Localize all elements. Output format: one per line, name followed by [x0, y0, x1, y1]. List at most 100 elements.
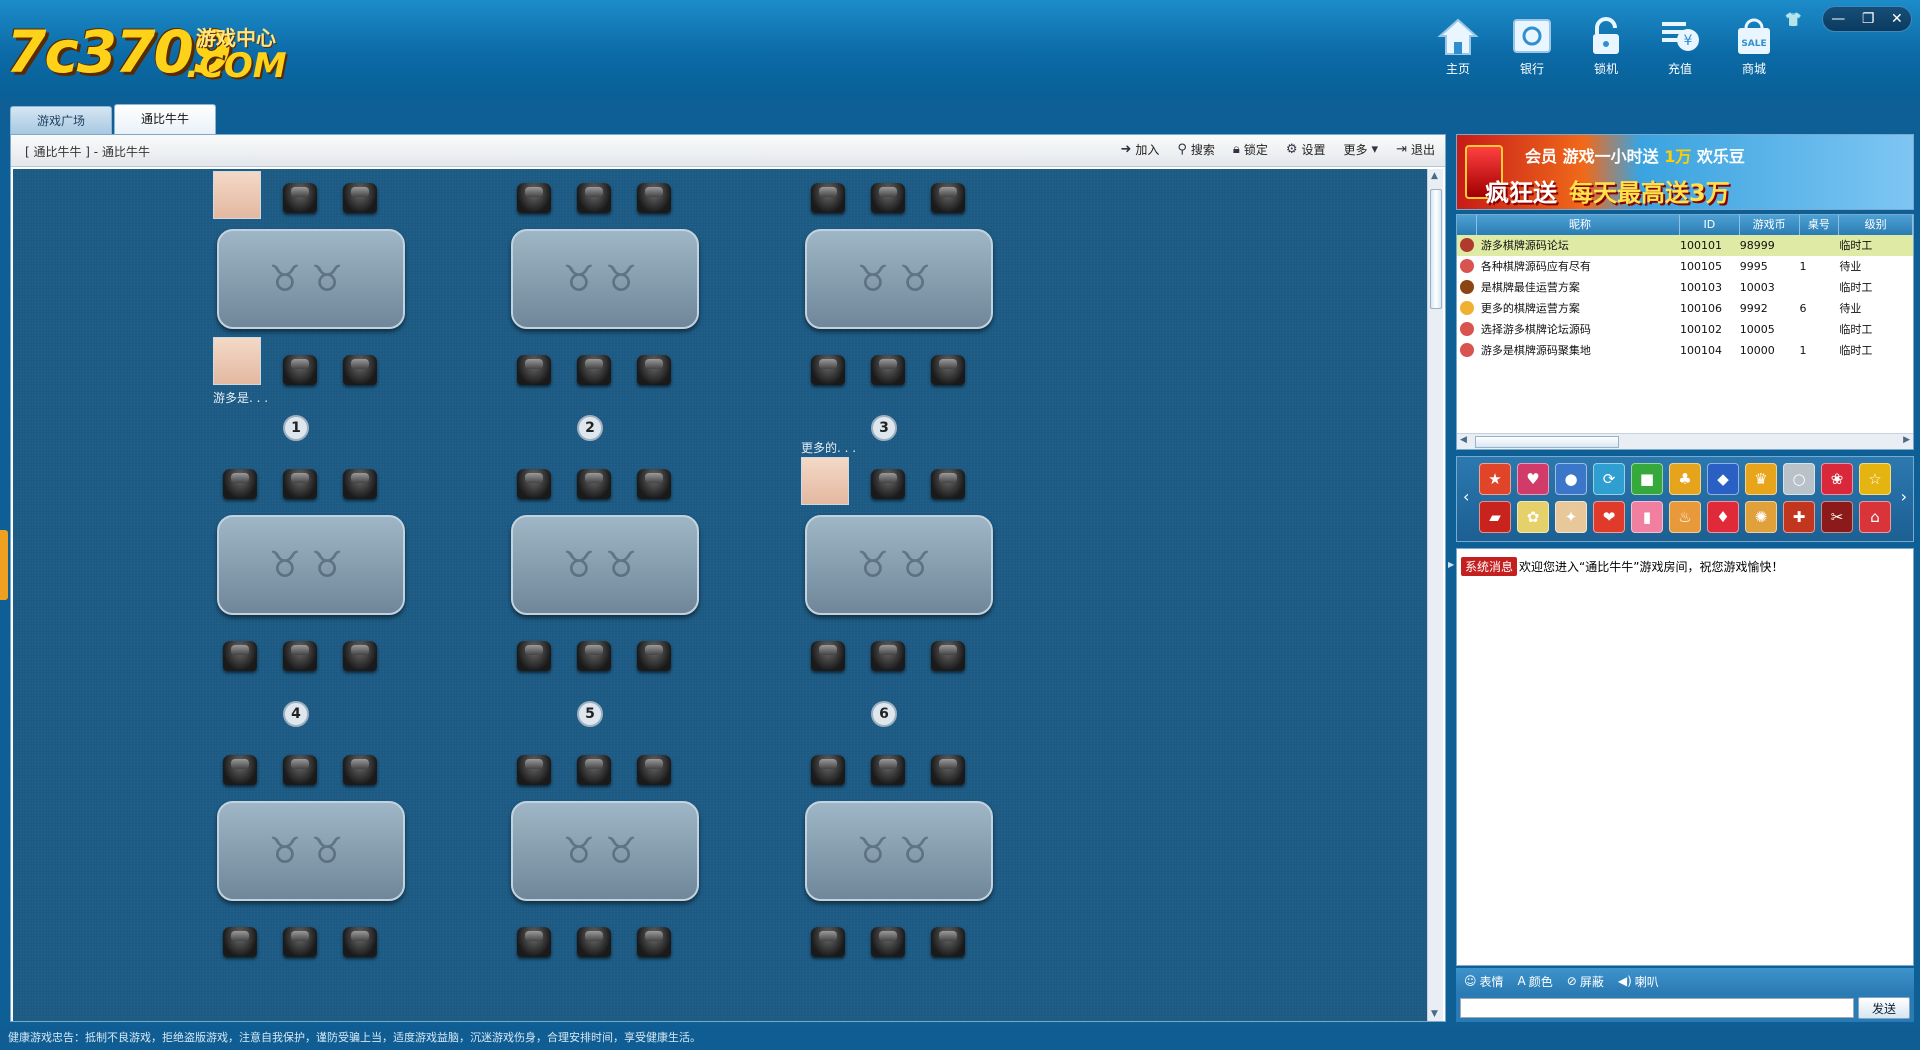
gift-item-icon[interactable]: ◆ — [1707, 463, 1739, 495]
seat-chair[interactable] — [931, 755, 965, 785]
seat-chair[interactable] — [637, 355, 671, 385]
seat-chair[interactable] — [343, 641, 377, 671]
nav-home[interactable]: 主页 — [1432, 14, 1484, 77]
gift-prev-icon[interactable]: ‹ — [1463, 487, 1469, 506]
gift-item-icon[interactable]: ▮ — [1631, 501, 1663, 533]
send-button[interactable]: 发送 — [1858, 997, 1910, 1019]
horizontal-scroll-thumb[interactable] — [1475, 436, 1619, 448]
seat-chair[interactable] — [871, 755, 905, 785]
gift-item-icon[interactable]: ✚ — [1783, 501, 1815, 533]
seat-chair[interactable] — [283, 469, 317, 499]
seat-chair[interactable] — [637, 469, 671, 499]
header-nickname[interactable]: 昵称 — [1477, 215, 1681, 235]
card-table[interactable]: ♉♉ — [805, 801, 993, 901]
nav-shop[interactable]: SALE 商城 — [1728, 14, 1780, 77]
seat-chair[interactable] — [577, 469, 611, 499]
card-table[interactable]: ♉♉ — [511, 801, 699, 901]
gift-item-icon[interactable]: ♦ — [1707, 501, 1739, 533]
nav-recharge[interactable]: ¥ 充值 — [1654, 14, 1706, 77]
exit-button[interactable]: ⇥ 退出 — [1396, 141, 1435, 158]
promo-banner[interactable]: 会员 游戏一小时送 1万 欢乐豆 疯狂送 每天最高送3万 — [1456, 134, 1914, 210]
card-table[interactable]: ♉♉ — [511, 229, 699, 329]
seat-chair[interactable] — [931, 927, 965, 957]
seat-chair[interactable] — [637, 641, 671, 671]
seat-chair[interactable] — [931, 183, 965, 213]
gift-item-icon[interactable]: ⟳ — [1593, 463, 1625, 495]
seat-chair[interactable] — [811, 355, 845, 385]
player-avatar[interactable] — [801, 457, 849, 505]
seat-chair[interactable] — [637, 755, 671, 785]
user-row[interactable]: 游多是棋牌源码聚集地 100104 10000 1 临时工 — [1457, 340, 1913, 361]
card-table[interactable]: ♉♉ — [217, 229, 405, 329]
seat-chair[interactable] — [343, 469, 377, 499]
tab-tongbi-niuniu[interactable]: 通比牛牛 — [114, 104, 217, 134]
gift-item-icon[interactable]: ● — [1555, 463, 1587, 495]
seat-chair[interactable] — [517, 355, 551, 385]
seat-chair[interactable] — [283, 355, 317, 385]
gift-item-icon[interactable]: ✦ — [1555, 501, 1587, 533]
card-table[interactable]: ♉♉ — [511, 515, 699, 615]
seat-chair[interactable] — [223, 469, 257, 499]
left-panel-handle[interactable] — [0, 530, 8, 600]
speaker-button[interactable]: ◀) 喇叭 — [1618, 973, 1659, 989]
maximize-icon[interactable]: ❐ — [1862, 11, 1875, 27]
header-coins[interactable]: 游戏币 — [1740, 215, 1800, 235]
chat-input[interactable] — [1460, 998, 1854, 1018]
card-table[interactable]: ♉♉ — [217, 515, 405, 615]
gift-item-icon[interactable]: ▰ — [1479, 501, 1511, 533]
seat-chair[interactable] — [871, 355, 905, 385]
seat-chair[interactable] — [343, 927, 377, 957]
seat-chair[interactable] — [343, 755, 377, 785]
search-button[interactable]: ⚲ 搜索 — [1177, 141, 1215, 158]
seat-chair[interactable] — [283, 755, 317, 785]
gift-item-icon[interactable]: ♥ — [1517, 463, 1549, 495]
seat-chair[interactable] — [517, 183, 551, 213]
gift-item-icon[interactable]: ✿ — [1517, 501, 1549, 533]
gift-item-icon[interactable]: ○ — [1783, 463, 1815, 495]
scroll-left-icon[interactable]: ◀ — [1460, 435, 1467, 445]
settings-button[interactable]: ⚙ 设置 — [1286, 141, 1326, 158]
seat-chair[interactable] — [811, 927, 845, 957]
seat-chair[interactable] — [637, 183, 671, 213]
user-row[interactable]: 更多的棋牌运营方案 100106 9992 6 待业 — [1457, 298, 1913, 319]
gift-item-icon[interactable]: ⌂ — [1859, 501, 1891, 533]
splitter-arrow-icon[interactable]: ▶ — [1448, 560, 1454, 590]
gift-item-icon[interactable]: ❀ — [1821, 463, 1853, 495]
card-table[interactable]: ♉♉ — [805, 229, 993, 329]
seat-chair[interactable] — [517, 755, 551, 785]
seat-chair[interactable] — [871, 641, 905, 671]
seat-chair[interactable] — [223, 641, 257, 671]
seat-chair[interactable] — [223, 755, 257, 785]
header-desk[interactable]: 桌号 — [1800, 215, 1840, 235]
close-icon[interactable]: ✕ — [1891, 11, 1903, 27]
seat-chair[interactable] — [811, 641, 845, 671]
user-row[interactable]: 是棋牌最佳运营方案 100103 10003 临时工 — [1457, 277, 1913, 298]
scroll-up-icon[interactable]: ▲ — [1431, 171, 1438, 181]
card-table[interactable]: ♉♉ — [805, 515, 993, 615]
seat-chair[interactable] — [577, 927, 611, 957]
header-level[interactable]: 级别 — [1839, 215, 1913, 235]
seat-chair[interactable] — [283, 183, 317, 213]
seat-chair[interactable] — [577, 183, 611, 213]
header-id[interactable]: ID — [1680, 215, 1740, 235]
tab-game-plaza[interactable]: 游戏广场 — [10, 106, 113, 134]
scrollbar-thumb[interactable] — [1430, 189, 1442, 309]
seat-chair[interactable] — [931, 641, 965, 671]
seat-chair[interactable] — [517, 469, 551, 499]
seat-chair[interactable] — [577, 641, 611, 671]
color-button[interactable]: A 颜色 — [1518, 973, 1553, 989]
seat-chair[interactable] — [343, 355, 377, 385]
seat-chair[interactable] — [517, 927, 551, 957]
nav-bank[interactable]: 银行 — [1506, 14, 1558, 77]
join-button[interactable]: ➜ 加入 — [1120, 141, 1159, 158]
scroll-down-icon[interactable]: ▼ — [1431, 1009, 1438, 1019]
seat-chair[interactable] — [223, 927, 257, 957]
nav-lock[interactable]: 锁机 — [1580, 14, 1632, 77]
player-avatar[interactable] — [213, 171, 261, 219]
block-button[interactable]: ⊘ 屏蔽 — [1567, 973, 1604, 989]
gift-item-icon[interactable]: ♨ — [1669, 501, 1701, 533]
vertical-scrollbar[interactable]: ▲ ▼ — [1427, 169, 1443, 1021]
gift-next-icon[interactable]: › — [1901, 487, 1907, 506]
seat-chair[interactable] — [871, 183, 905, 213]
seat-chair[interactable] — [577, 355, 611, 385]
